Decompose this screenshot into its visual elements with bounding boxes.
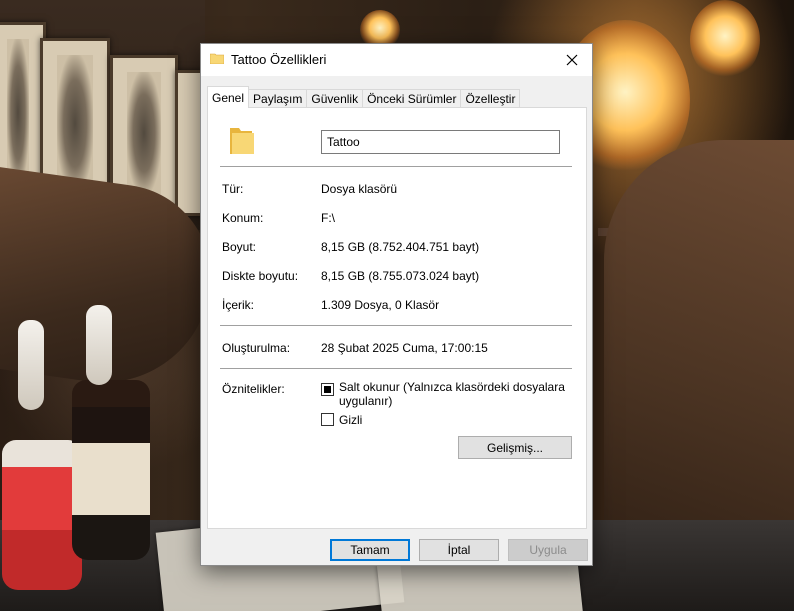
background-light-bulb (690, 0, 760, 80)
cancel-button[interactable]: İptal (419, 539, 499, 561)
folder-icon (210, 53, 224, 64)
background-ink-bottle (86, 305, 112, 385)
properties-dialog: Tattoo Özellikleri Genel Paylaşım Güvenl… (200, 43, 593, 566)
contents-value: 1.309 Dosya, 0 Klasör (321, 298, 440, 312)
background-ink-bottle (2, 440, 82, 590)
title-bar[interactable]: Tattoo Özellikleri (201, 44, 592, 76)
hidden-label[interactable]: Gizli (339, 413, 362, 427)
general-panel: Tattoo Tür: Dosya klasörü Konum: F:\ Boy… (207, 107, 587, 529)
tab-security[interactable]: Güvenlik (306, 89, 364, 108)
type-value: Dosya klasörü (321, 182, 398, 196)
hidden-checkbox[interactable] (321, 413, 334, 426)
tab-bar: Genel Paylaşım Güvenlik Önceki Sürümler … (207, 86, 521, 108)
created-value: 28 Şubat 2025 Cuma, 17:00:15 (321, 341, 488, 355)
type-label: Tür: (222, 182, 244, 196)
readonly-label[interactable]: Salt okunur (Yalnızca klasördeki dosyala… (339, 380, 565, 408)
window-title: Tattoo Özellikleri (231, 52, 327, 67)
separator (220, 325, 572, 326)
tab-customize[interactable]: Özelleştir (460, 89, 521, 108)
apply-button[interactable]: Uygula (508, 539, 588, 561)
ok-button[interactable]: Tamam (330, 539, 410, 561)
location-label: Konum: (222, 211, 264, 225)
separator (220, 166, 572, 167)
disk-size-label: Diskte boyutu: (222, 269, 299, 283)
tab-general[interactable]: Genel (207, 86, 250, 108)
location-value: F:\ (321, 211, 335, 225)
close-button[interactable] (552, 44, 592, 76)
disk-size-value: 8,15 GB (8.755.073.024 bayt) (321, 269, 480, 283)
tab-sharing[interactable]: Paylaşım (248, 89, 308, 108)
separator (220, 368, 572, 369)
advanced-button[interactable]: Gelişmiş... (458, 436, 572, 459)
tab-previous-versions[interactable]: Önceki Sürümler (362, 89, 462, 108)
attributes-label: Öznitelikler: (222, 382, 285, 396)
size-value: 8,15 GB (8.752.404.751 bayt) (321, 240, 480, 254)
background-ink-bottle (18, 320, 44, 410)
contents-label: İçerik: (222, 298, 255, 312)
created-label: Oluşturulma: (222, 341, 291, 355)
readonly-label-line1: Salt okunur (Yalnızca klasördeki dosyala… (339, 380, 565, 394)
readonly-checkbox[interactable] (321, 383, 334, 396)
size-label: Boyut: (222, 240, 257, 254)
background-ink-bottle (72, 380, 150, 560)
folder-icon (230, 128, 254, 154)
close-icon (566, 54, 578, 66)
readonly-label-line2: uygulanır) (339, 394, 393, 408)
folder-name-input[interactable]: Tattoo (321, 130, 560, 154)
